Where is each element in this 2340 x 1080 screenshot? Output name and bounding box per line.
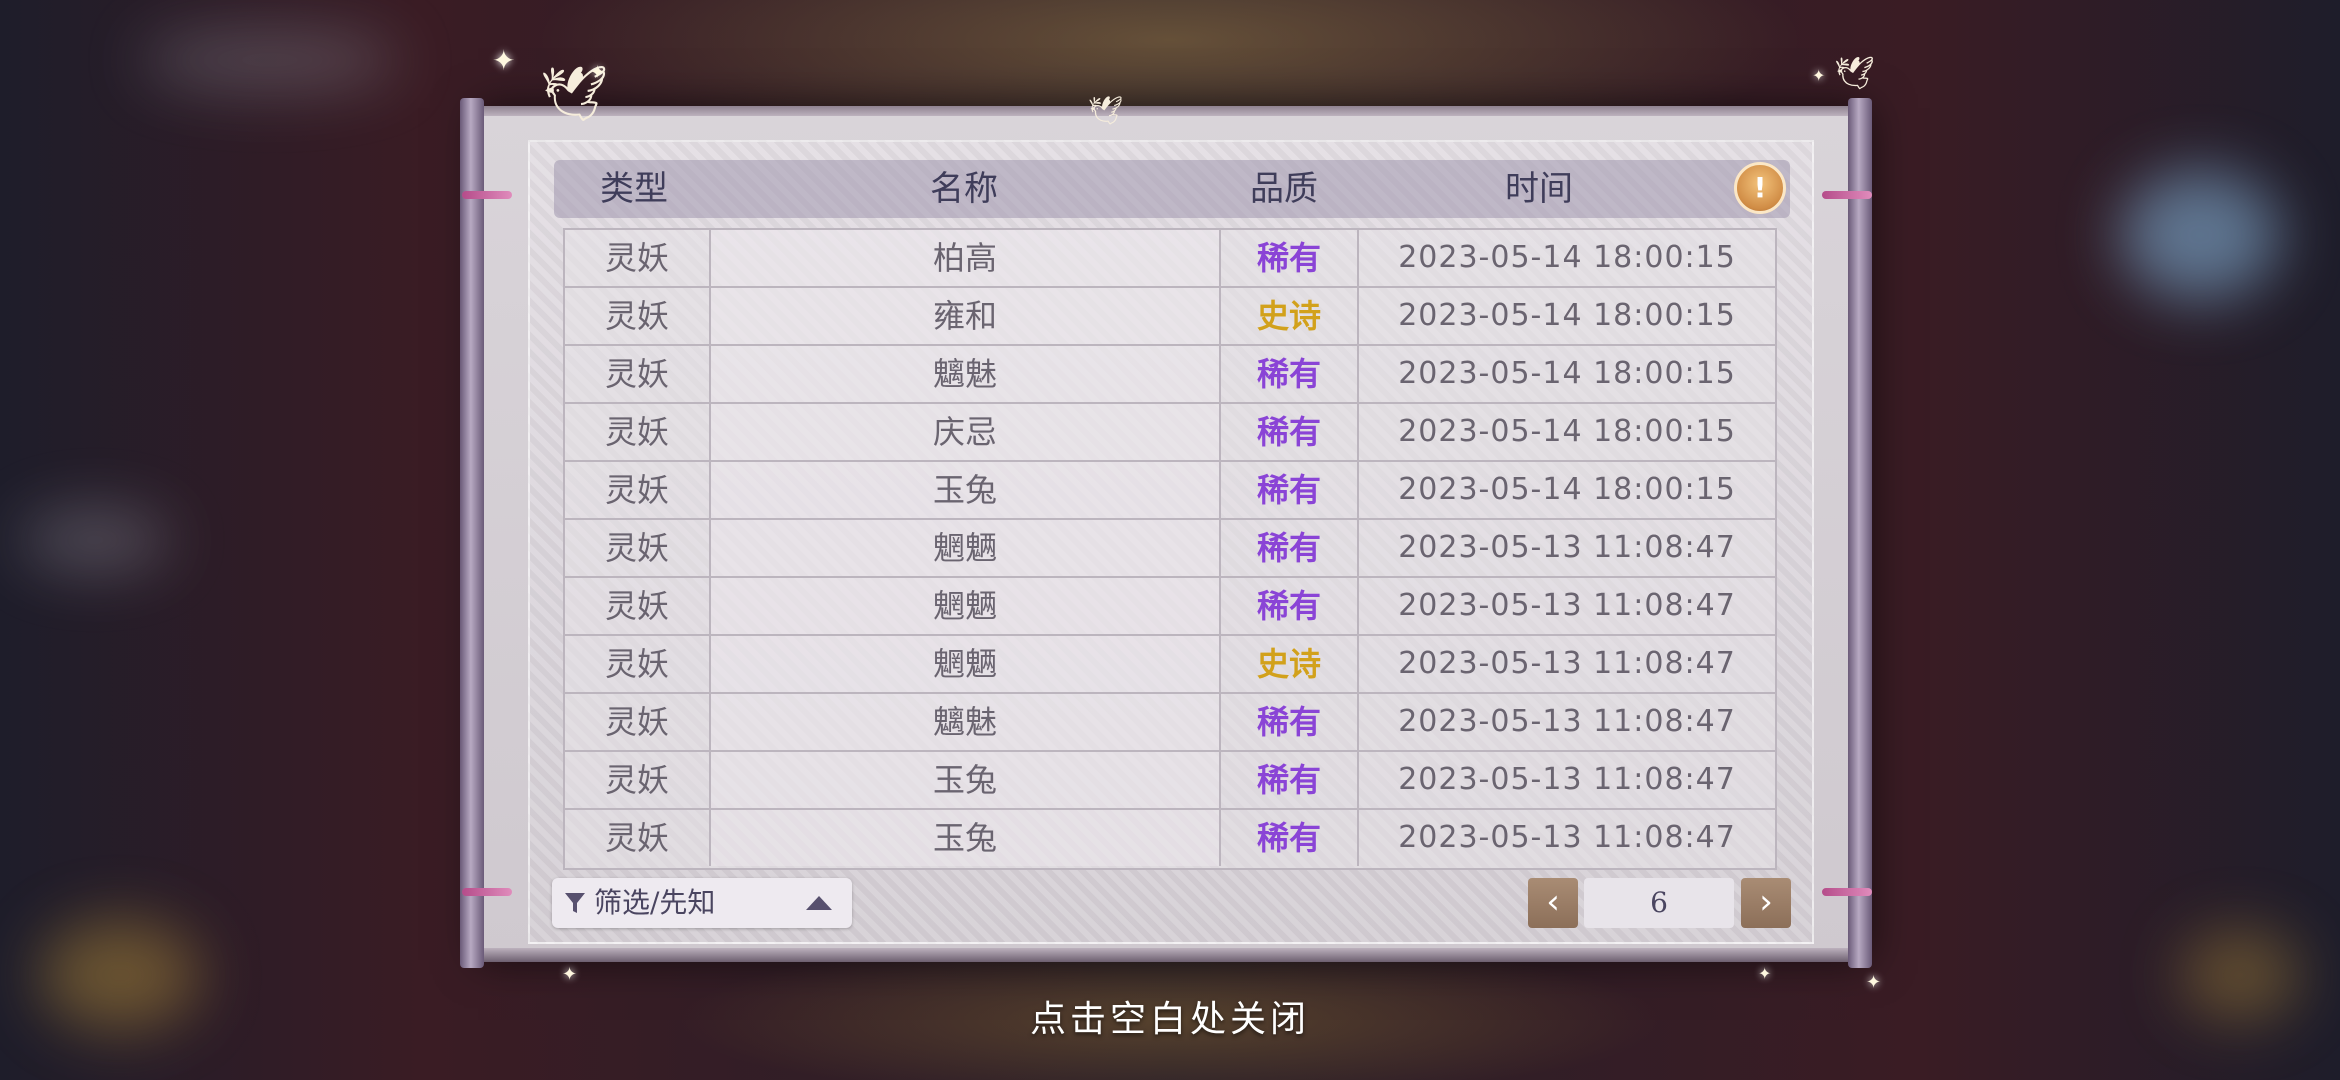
table-row: 灵妖 玉兔 稀有 2023-05-13 11:08:47	[565, 752, 1775, 810]
cell-time: 2023-05-14 18:00:15	[1398, 298, 1736, 333]
scroll-peg	[462, 888, 512, 896]
table-header: 类型 名称 品质 时间 !	[554, 160, 1790, 218]
table-row: 灵妖 柏高 稀有 2023-05-14 18:00:15	[565, 230, 1775, 288]
cell-name: 魑魅	[711, 346, 1221, 402]
cell-type: 灵妖	[565, 230, 711, 286]
cell-quality: 稀有	[1221, 462, 1359, 518]
cell-quality: 稀有	[1221, 346, 1359, 402]
cell-time: 2023-05-13 11:08:47	[1398, 820, 1736, 855]
table-row: 灵妖 魑魅 稀有 2023-05-13 11:08:47	[565, 694, 1775, 752]
cell-type: 灵妖	[565, 288, 711, 344]
table-row: 灵妖 玉兔 稀有 2023-05-14 18:00:15	[565, 462, 1775, 520]
table-row: 灵妖 玉兔 稀有 2023-05-13 11:08:47	[565, 810, 1775, 868]
cell-name: 魍魉	[711, 636, 1221, 692]
table-row: 灵妖 魍魉 稀有 2023-05-13 11:08:47	[565, 578, 1775, 636]
exclamation-icon: !	[1753, 171, 1767, 204]
filter-icon	[565, 893, 585, 913]
cell-type: 灵妖	[565, 462, 711, 518]
scroll-peg	[462, 191, 512, 199]
table-row: 灵妖 雍和 史诗 2023-05-14 18:00:15	[565, 288, 1775, 346]
scroll-rod-left	[460, 98, 484, 968]
cell-name: 玉兔	[711, 462, 1221, 518]
page-number: 6	[1584, 878, 1734, 928]
cell-time: 2023-05-13 11:08:47	[1398, 530, 1736, 565]
scroll-bottom-bar	[484, 948, 1864, 962]
table-row: 灵妖 庆忌 稀有 2023-05-14 18:00:15	[565, 404, 1775, 462]
prev-page-button[interactable]: ‹	[1528, 878, 1578, 928]
cell-time: 2023-05-14 18:00:15	[1398, 356, 1736, 391]
next-page-button[interactable]: ›	[1741, 878, 1791, 928]
cell-quality: 史诗	[1221, 288, 1359, 344]
cell-type: 灵妖	[565, 404, 711, 460]
filter-label: 筛选/先知	[594, 886, 716, 919]
chevron-left-icon: ‹	[1546, 882, 1560, 922]
sparkle-icon: ✦	[590, 62, 606, 83]
sparkle-icon: ✦	[492, 44, 516, 77]
cell-quality: 稀有	[1221, 810, 1359, 866]
cell-type: 灵妖	[565, 346, 711, 402]
cell-quality: 稀有	[1221, 694, 1359, 750]
cell-name: 庆忌	[711, 404, 1221, 460]
sparkle-icon: ✦	[1758, 964, 1772, 983]
column-header-type: 类型	[600, 169, 668, 209]
cell-type: 灵妖	[565, 810, 711, 866]
swallow-icon: 🕊	[1088, 94, 1124, 127]
table-row: 灵妖 魍魉 稀有 2023-05-13 11:08:47	[565, 520, 1775, 578]
cell-type: 灵妖	[565, 520, 711, 576]
column-header-name: 名称	[930, 169, 998, 209]
cell-quality: 稀有	[1221, 752, 1359, 808]
cell-name: 魍魉	[711, 578, 1221, 634]
cell-name: 玉兔	[711, 752, 1221, 808]
record-table: 灵妖 柏高 稀有 2023-05-14 18:00:15 灵妖 雍和 史诗 20…	[563, 228, 1777, 870]
cell-time: 2023-05-14 18:00:15	[1398, 414, 1736, 449]
sparkle-icon: ✦	[1812, 66, 1826, 85]
chevron-right-icon: ›	[1759, 882, 1773, 922]
cell-type: 灵妖	[565, 694, 711, 750]
cell-name: 玉兔	[711, 810, 1221, 866]
swallow-icon: 🕊	[1834, 54, 1875, 92]
cell-type: 灵妖	[565, 636, 711, 692]
table-row: 灵妖 魑魅 稀有 2023-05-14 18:00:15	[565, 346, 1775, 404]
column-header-quality: 品质	[1250, 169, 1318, 209]
info-button[interactable]: !	[1734, 162, 1786, 214]
sparkle-icon: ✦	[562, 964, 578, 985]
scroll-rod-right	[1848, 98, 1872, 968]
cell-name: 雍和	[711, 288, 1221, 344]
scroll-peg	[1822, 191, 1872, 199]
cell-quality: 史诗	[1221, 636, 1359, 692]
cell-time: 2023-05-14 18:00:15	[1398, 472, 1736, 507]
cell-time: 2023-05-13 11:08:47	[1398, 762, 1736, 797]
cell-time: 2023-05-13 11:08:47	[1398, 588, 1736, 623]
cell-name: 柏高	[711, 230, 1221, 286]
table-row: 灵妖 魍魉 史诗 2023-05-13 11:08:47	[565, 636, 1775, 694]
close-hint: 点击空白处关闭	[1029, 999, 1310, 1040]
cell-time: 2023-05-14 18:00:15	[1398, 240, 1736, 275]
filter-dropdown[interactable]: 筛选/先知	[552, 878, 852, 928]
cell-name: 魑魅	[711, 694, 1221, 750]
scroll-top-bar	[484, 106, 1864, 116]
caret-up-icon	[806, 896, 832, 910]
cell-name: 魍魉	[711, 520, 1221, 576]
column-header-time: 时间	[1505, 169, 1573, 209]
scroll-peg	[1822, 888, 1872, 896]
cell-type: 灵妖	[565, 752, 711, 808]
cell-time: 2023-05-13 11:08:47	[1398, 704, 1736, 739]
cell-time: 2023-05-13 11:08:47	[1398, 646, 1736, 681]
cell-quality: 稀有	[1221, 520, 1359, 576]
cell-quality: 稀有	[1221, 404, 1359, 460]
cell-type: 灵妖	[565, 578, 711, 634]
cell-quality: 稀有	[1221, 578, 1359, 634]
cell-quality: 稀有	[1221, 230, 1359, 286]
